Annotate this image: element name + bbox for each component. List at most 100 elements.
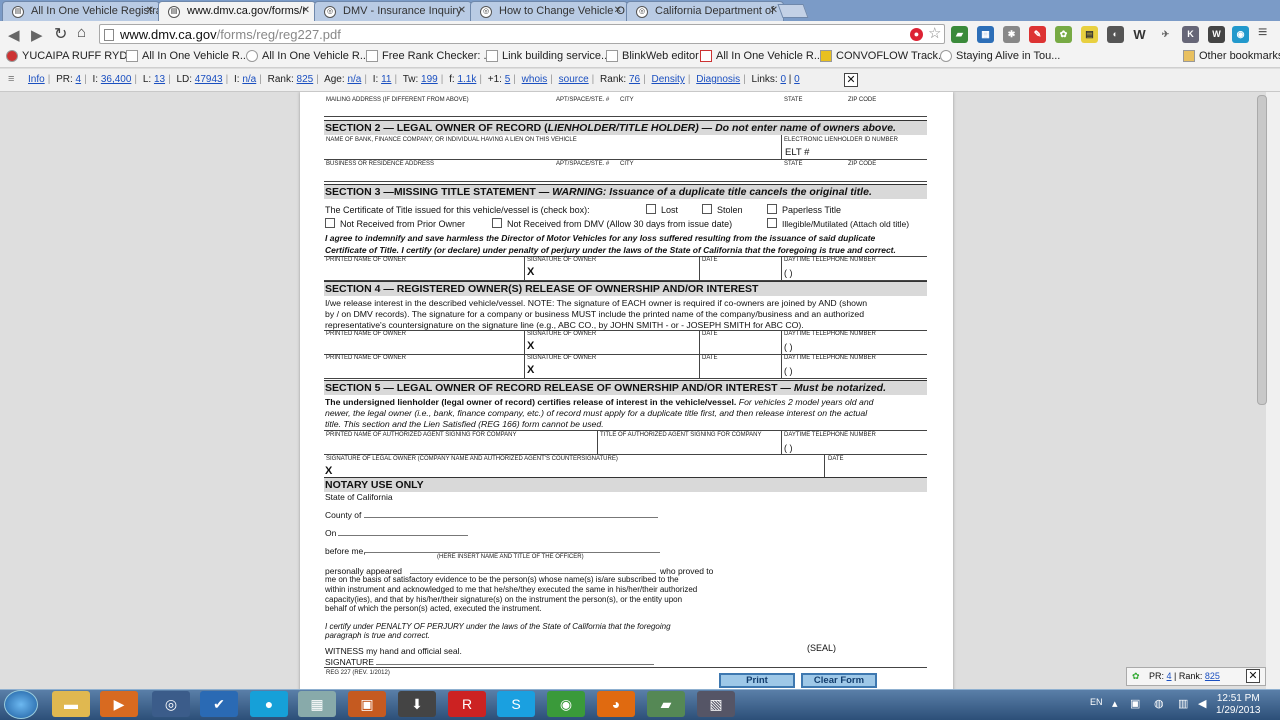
extension-icon[interactable]: ▦ bbox=[977, 26, 994, 43]
extension-icon[interactable]: ▤ bbox=[1081, 26, 1098, 43]
section-4-header: SECTION 4 — REGISTERED OWNER(S) RELEASE … bbox=[324, 281, 927, 296]
s3-date-field[interactable] bbox=[700, 263, 780, 279]
tab-california-dept[interactable]: ◎ California Department of ✕ bbox=[626, 1, 784, 21]
s3-owner-name-field[interactable] bbox=[325, 263, 523, 279]
close-icon[interactable]: ✕ bbox=[458, 5, 466, 16]
new-tab-button[interactable] bbox=[777, 4, 809, 18]
bookmark-item[interactable]: YUCAIPA RUFF RYD... bbox=[6, 50, 137, 62]
folder-icon[interactable]: ▬ bbox=[52, 691, 90, 717]
leaf-icon: ✿ bbox=[1132, 671, 1140, 681]
app-icon[interactable]: ◎ bbox=[152, 691, 190, 717]
doc-icon: ▤ bbox=[168, 6, 180, 18]
other-bookmarks[interactable]: Other bookmarks bbox=[1183, 50, 1280, 62]
download-icon[interactable]: ⬇ bbox=[398, 691, 436, 717]
firefox-icon[interactable]: ◕ bbox=[597, 691, 635, 717]
whois-link[interactable]: whois bbox=[522, 74, 548, 85]
wrench-icon[interactable]: ≡ bbox=[1258, 24, 1267, 42]
close-icon[interactable]: ✕ bbox=[614, 5, 622, 16]
chrome-icon[interactable]: ◉ bbox=[547, 691, 585, 717]
tray-icon[interactable]: ▣ bbox=[1130, 697, 1140, 710]
page-icon bbox=[104, 29, 114, 41]
print-button[interactable]: Print bbox=[719, 673, 795, 688]
tray-arrow-icon[interactable]: ▴ bbox=[1112, 697, 1118, 710]
source-link[interactable]: source bbox=[559, 74, 589, 85]
extension-icon[interactable]: ◉ bbox=[1232, 26, 1249, 43]
menu-icon[interactable]: ≡ bbox=[8, 73, 14, 85]
extension-icon[interactable]: ✿ bbox=[1055, 26, 1072, 43]
bookmark-item[interactable]: Link building service... bbox=[486, 50, 610, 62]
stolen-checkbox[interactable] bbox=[702, 204, 712, 214]
bookmark-item[interactable]: All In One Vehicle R... bbox=[700, 50, 823, 62]
notary-header: NOTARY USE ONLY bbox=[324, 477, 927, 492]
paperless-checkbox[interactable] bbox=[767, 204, 777, 214]
section-5-header: SECTION 5 — LEGAL OWNER OF RECORD RELEAS… bbox=[324, 380, 927, 395]
scrollbar-thumb[interactable] bbox=[1257, 95, 1267, 405]
system-clock[interactable]: 12:51 PM 1/29/2013 bbox=[1216, 693, 1261, 717]
lost-checkbox[interactable] bbox=[646, 204, 656, 214]
illegible-checkbox[interactable] bbox=[767, 218, 777, 228]
globe-icon: ◎ bbox=[480, 6, 492, 18]
tab-all-in-one[interactable]: ▤ All In One Vehicle Registra ✕ bbox=[2, 1, 160, 21]
legal-owner-signature-field[interactable] bbox=[340, 463, 820, 477]
media-player-icon[interactable]: ▶ bbox=[100, 691, 138, 717]
bookmark-item[interactable]: BlinkWeb editor bbox=[606, 50, 699, 62]
s3-phone-field[interactable] bbox=[782, 263, 926, 279]
section-2-header: SECTION 2 — LEGAL OWNER OF RECORD (LIENH… bbox=[324, 120, 927, 135]
density-link[interactable]: Density bbox=[651, 74, 684, 85]
close-icon[interactable]: ✕ bbox=[302, 5, 310, 16]
extension-icon[interactable]: ✎ bbox=[1029, 26, 1046, 43]
bookmark-item[interactable]: Free Rank Checker: ... bbox=[366, 50, 493, 62]
extension-icon[interactable]: ◐ bbox=[1107, 26, 1124, 43]
bookmark-item[interactable]: CONVOFLOW Track... bbox=[820, 50, 947, 62]
forward-icon[interactable]: ▶ bbox=[31, 26, 43, 44]
gear-icon[interactable]: ✱ bbox=[1003, 26, 1020, 43]
language-indicator[interactable]: EN bbox=[1090, 697, 1103, 707]
extension-icon[interactable]: ▰ bbox=[951, 26, 968, 43]
close-icon[interactable]: ✕ bbox=[844, 73, 858, 87]
close-icon[interactable]: ✕ bbox=[1246, 669, 1260, 683]
extension-icon[interactable]: ✈ bbox=[1157, 26, 1174, 43]
address-bar[interactable]: www.dmv.ca.gov/forms/reg/reg227.pdf bbox=[99, 24, 945, 44]
seo-metrics: Info | PR: 4 | I: 36,400 | L: 13 | LD: 47943… bbox=[28, 74, 800, 85]
reload-icon[interactable]: ↻ bbox=[54, 24, 67, 44]
volume-icon[interactable]: ◀ bbox=[1198, 697, 1206, 710]
scrollbar[interactable] bbox=[1266, 92, 1280, 689]
tab-dmv-form[interactable]: ▤ www.dmv.ca.gov/forms/r ✕ bbox=[158, 1, 316, 21]
section-3-header: SECTION 3 —MISSING TITLE STATEMENT — WAR… bbox=[324, 184, 927, 199]
back-icon[interactable]: ◀ bbox=[8, 26, 20, 44]
globe-icon: ◎ bbox=[636, 6, 648, 18]
bookmark-item[interactable]: Staying Alive in Tou... bbox=[940, 50, 1060, 62]
skype-icon[interactable]: S bbox=[497, 691, 535, 717]
star-icon[interactable]: ☆ bbox=[928, 24, 941, 42]
not-received-prior-checkbox[interactable] bbox=[325, 218, 335, 228]
extension-icon[interactable]: W bbox=[1131, 26, 1148, 43]
seo-mini-bar: ✿ PR: 4 | Rank: 825 bbox=[1126, 667, 1266, 686]
home-icon[interactable]: ⌂ bbox=[77, 24, 86, 41]
app-icon[interactable]: ▣ bbox=[348, 691, 386, 717]
close-icon[interactable]: ✕ bbox=[770, 5, 778, 16]
lienholder-name-field[interactable] bbox=[325, 144, 780, 158]
checkmark-icon[interactable]: ✔ bbox=[200, 691, 238, 717]
info-link[interactable]: Info bbox=[28, 74, 45, 85]
app-icon[interactable]: ▰ bbox=[647, 691, 685, 717]
extension-icon[interactable]: W bbox=[1208, 26, 1225, 43]
app-icon[interactable]: ● bbox=[250, 691, 288, 717]
extension-icon[interactable]: K bbox=[1182, 26, 1199, 43]
globe-icon: ◎ bbox=[324, 6, 336, 18]
tab-insurance-inquiry[interactable]: ◎ DMV - Insurance Inquiry ✕ bbox=[314, 1, 472, 21]
network-icon[interactable]: ▥ bbox=[1178, 697, 1188, 710]
diagnosis-link[interactable]: Diagnosis bbox=[696, 74, 740, 85]
start-button[interactable] bbox=[4, 690, 38, 719]
stop-icon[interactable]: ● bbox=[910, 28, 923, 41]
app-icon[interactable]: R bbox=[448, 691, 486, 717]
app-icon[interactable]: ▧ bbox=[697, 691, 735, 717]
elt-number-field[interactable] bbox=[800, 144, 925, 158]
clear-form-button[interactable]: Clear Form bbox=[801, 673, 877, 688]
close-icon[interactable]: ✕ bbox=[146, 5, 154, 16]
calculator-icon[interactable]: ▦ bbox=[298, 691, 336, 717]
not-received-dmv-checkbox[interactable] bbox=[492, 218, 502, 228]
tab-change-vehicle[interactable]: ◎ How to Change Vehicle O ✕ bbox=[470, 1, 628, 21]
bookmark-item[interactable]: All In One Vehicle R... bbox=[246, 50, 369, 62]
bookmark-item[interactable]: All In One Vehicle R... bbox=[126, 50, 249, 62]
tray-icon[interactable]: ◍ bbox=[1154, 697, 1164, 710]
